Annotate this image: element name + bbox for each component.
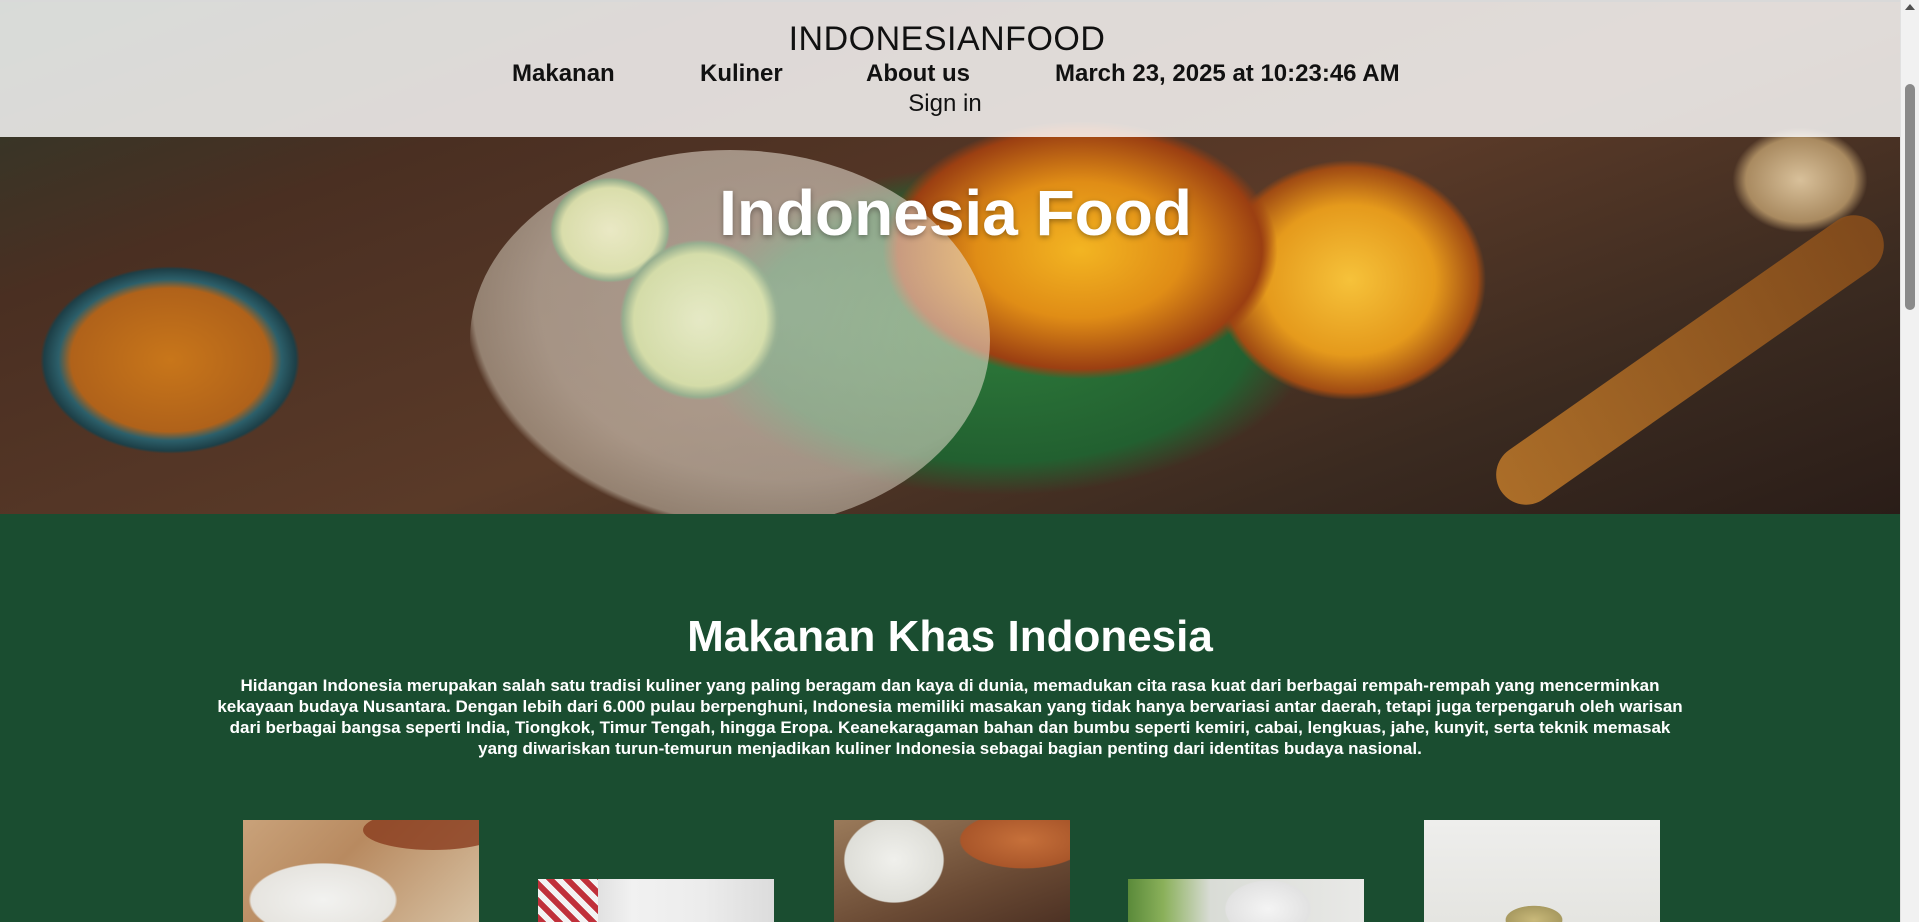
checkered-cloth-illustration: [538, 879, 598, 922]
scroll-up-arrow-icon[interactable]: [1905, 4, 1915, 10]
food-card-image-5[interactable]: [1424, 820, 1660, 922]
scrollbar-thumb[interactable]: [1905, 84, 1915, 310]
main-content-section: Makanan Khas Indonesia Hidangan Indonesi…: [0, 514, 1900, 922]
nav-item-makanan[interactable]: Makanan: [512, 60, 615, 88]
vertical-scrollbar[interactable]: [1900, 0, 1919, 922]
current-datetime: March 23, 2025 at 10:23:46 AM: [1055, 60, 1400, 87]
food-card-image-2[interactable]: [538, 879, 774, 922]
hero-title: Indonesia Food: [719, 177, 1192, 249]
bowl-illustration: [363, 820, 479, 850]
site-logo-text[interactable]: INDONESIANFOOD: [0, 20, 1900, 59]
site-header: INDONESIANFOOD Makanan Kuliner About us …: [0, 0, 1900, 137]
section-title: Makanan Khas Indonesia: [687, 612, 1213, 661]
food-card-image-1[interactable]: [243, 820, 479, 922]
main-nav: Makanan Kuliner About us March 23, 2025 …: [0, 60, 1900, 90]
food-card-image-4[interactable]: [1128, 879, 1364, 922]
spoon-illustration: [1484, 203, 1896, 514]
nav-item-about-us[interactable]: About us: [866, 60, 970, 88]
food-card-image-3[interactable]: [834, 820, 1070, 922]
signin-row: Sign in: [0, 90, 1900, 118]
signin-link[interactable]: Sign in: [908, 90, 981, 117]
nav-item-kuliner[interactable]: Kuliner: [700, 60, 783, 88]
section-description: Hidangan Indonesia merupakan salah satu …: [217, 676, 1683, 758]
browser-viewport: INDONESIANFOOD Makanan Kuliner About us …: [0, 0, 1919, 922]
